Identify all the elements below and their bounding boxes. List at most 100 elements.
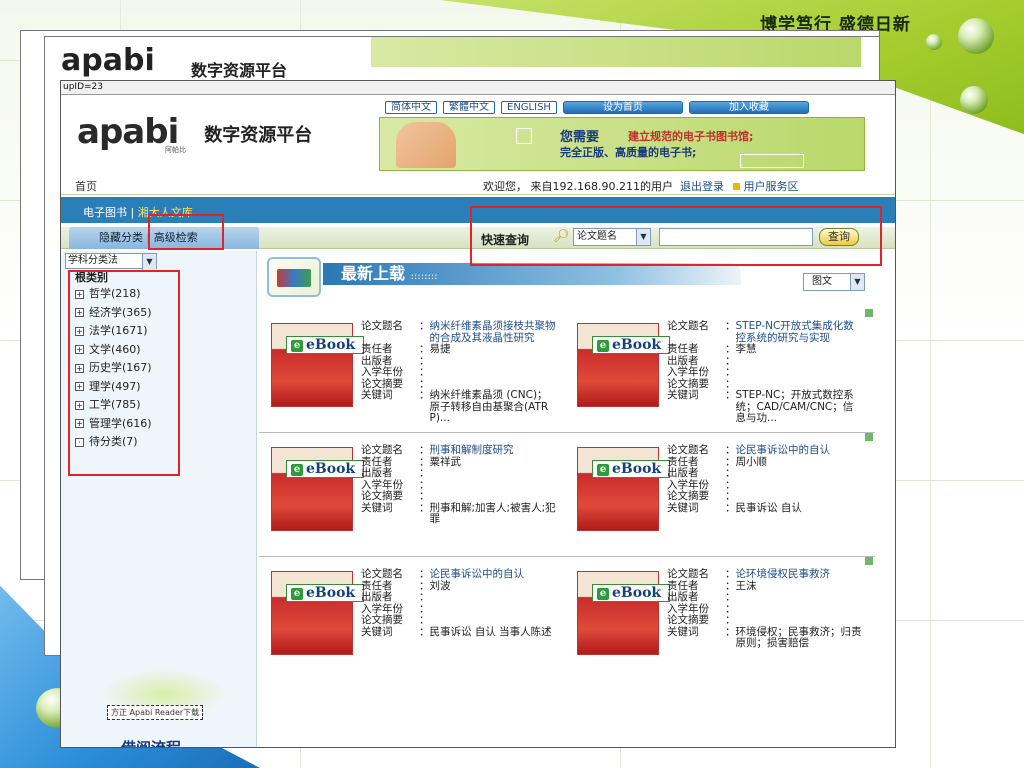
field-colon: ： [419,614,430,626]
ebook-badge: e eBook [286,460,364,478]
book-cover[interactable]: e eBook [271,447,364,531]
field-label-abstract: 论文摘要 [667,614,709,626]
book-fields: 论文题名：纳米纤维素晶须接枝共聚物的合成及其液晶性研究 责任者：易捷 出版者：入学年… [361,320,558,425]
book-list: e eBook 论文题名：纳米纤维素晶须接枝共聚物的合成及其液晶性研究 责任者：易捷出… [259,309,875,681]
book-title-link[interactable]: 论环境侵权民事救济 [736,568,864,581]
book-cover[interactable]: e eBook [271,571,364,655]
ebook-badge: e eBook [592,336,670,354]
field-label-keywords: 关键词 [361,389,393,401]
field-colon: ： [725,501,736,514]
ebook-badge-label: eBook [612,337,662,353]
book-keywords: 纳米纤维素晶须 (CNC)；原子转移自由基聚合(ATRP)... [429,389,549,424]
book-title-link[interactable]: 纳米纤维素晶须接枝共聚物的合成及其液晶性研究 [430,320,558,344]
field-colon: ： [419,320,430,332]
field-label-publisher: 出版者 [667,467,699,479]
field-label-publisher: 出版者 [361,591,393,603]
reader-download-link[interactable]: 方正 Apabi Reader下载 [107,705,204,720]
ebook-badge: e eBook [592,460,670,478]
logo-platform: 数字资源平台 [204,125,313,146]
square-bullet-icon [733,183,741,190]
book-card: e eBook 论文题名：纳米纤维素晶须接枝共聚物的合成及其液晶性研究 责任者：易捷出… [259,319,559,429]
chevron-down-icon: ▼ [850,274,864,290]
field-colon: ： [419,343,430,355]
hide-class-link[interactable]: 隐藏分类 [99,231,143,244]
field-colon: ： [725,467,736,479]
corner-marker-icon [865,557,873,565]
ebook-icon: e [291,588,303,600]
book-author: 易捷 [429,343,451,355]
content-area: 最新上载 :::::::: 图文 ▼ e eBook 论文题名：纳米纤维素晶须接枝共… [259,251,895,747]
site-logo[interactable]: apabi 数字资源平台 阿帕比 [77,115,313,154]
set-homepage-button[interactable]: 设为首页 [562,101,683,114]
lang-traditional-button[interactable]: 繁體中文 [443,101,495,114]
field-label-title: 论文题名 [667,444,709,456]
annotation-box [68,270,180,476]
book-title-link[interactable]: 刑事和解制度研究 [430,444,558,457]
book-title-link[interactable]: STEP-NC开放式集成化数控系统的研究与实现 [736,320,864,344]
field-label-author: 责任者 [361,343,393,355]
book-cover[interactable]: e eBook [577,447,670,531]
book-cover[interactable]: e eBook [271,323,364,407]
reading-child-icon [396,122,456,168]
book-keywords: STEP-NC；开放式数控系统；CAD/CAM/CNC；信息与功... [735,389,854,424]
ebook-badge-label: eBook [612,585,662,601]
field-label-abstract: 论文摘要 [361,490,403,502]
lang-simplified-button[interactable]: 简体中文 [385,101,437,114]
nav-ebook-link[interactable]: 电子图书 [83,206,127,219]
lang-english-button[interactable]: ENGLISH [501,101,557,114]
ebook-icon: e [597,588,609,600]
class-method-select[interactable]: 学科分类法 ▼ [65,253,157,270]
book-author: 李慧 [735,343,757,355]
banner-line1-red: 建立规范的电子书图书馆; [628,130,754,143]
field-label-abstract: 论文摘要 [667,490,709,502]
field-label-title: 论文题名 [667,568,709,580]
book-row: e eBook 论文题名：刑事和解制度研究 责任者：粟祥武 出版者：入学年份：论文摘要：… [259,433,875,557]
ebook-badge: e eBook [592,584,670,602]
corner-marker-icon [865,309,873,317]
field-label-title: 论文题名 [361,320,403,332]
book-cover[interactable]: e eBook [577,571,670,655]
address-bar[interactable]: upID=23 [61,81,895,95]
field-colon: ： [725,343,736,355]
ebook-badge-label: eBook [306,337,356,353]
field-colon: ： [419,501,430,514]
book-row: e eBook 论文题名：论民事诉讼中的自认 责任者：刘波 出版者：入学年份：论文摘要：… [259,557,875,681]
latest-dots: :::::::: [410,271,438,282]
book-title-link[interactable]: 论民事诉讼中的自认 [736,444,864,457]
field-colon: ： [725,568,736,580]
field-label-publisher: 出版者 [667,591,699,603]
book-row: e eBook 论文题名：纳米纤维素晶须接枝共聚物的合成及其液晶性研究 责任者：易捷出… [259,309,875,433]
view-mode-select[interactable]: 图文 ▼ [803,273,865,291]
field-colon: ： [725,490,736,502]
home-link[interactable]: 首页 [75,178,97,194]
book-title-link[interactable]: 论民事诉讼中的自认 [430,568,558,581]
book-author: 粟祥武 [429,455,462,468]
book-card: e eBook 论文题名：论民事诉讼中的自认 责任者：周小顺 出版者：入学年份：论文摘要… [565,443,865,553]
class-method-value: 学科分类法 [68,255,118,266]
water-drop-icon [926,34,942,50]
book-fields: 论文题名：论民事诉讼中的自认 责任者：周小顺 出版者：入学年份：论文摘要：关键词：民… [667,444,864,514]
book-author: 刘波 [429,579,451,592]
book-cover[interactable]: e eBook [577,323,670,407]
ebook-badge-label: eBook [306,461,356,477]
field-label-title: 论文题名 [667,320,709,332]
ebook-icon: e [597,340,609,352]
logout-link[interactable]: 退出登录 [680,180,724,193]
ad-banner[interactable]: 您需要 建立规范的电子书图书馆; 完全正版、高质量的电子书; [379,117,865,171]
book-card: e eBook 论文题名：论民事诉讼中的自认 责任者：刘波 出版者：入学年份：论文摘要：… [259,567,559,677]
book-fields: 论文题名： STEP-NC开放式集成化数控系统的研究与实现 责任者：李慧 出版者：入学… [667,320,864,425]
user-service-link[interactable]: 用户服务区 [743,180,798,193]
welcome-text: 欢迎您， 来自192.168.90.211的用户 退出登录 用户服务区 [483,178,798,194]
field-colon: ： [725,444,736,456]
welcome-suffix: 的用户 [639,180,673,193]
field-colon: ： [725,625,736,638]
add-favorite-button[interactable]: 加入收藏 [688,101,809,114]
chevron-down-icon: ▼ [142,254,156,270]
home-bar: 首页 欢迎您， 来自192.168.90.211的用户 退出登录 用户服务区 [61,173,895,195]
ebook-badge-label: eBook [306,585,356,601]
field-label-keywords: 关键词 [361,625,393,638]
field-label-keywords: 关键词 [667,501,699,514]
annotation-box [470,206,882,266]
borrow-flow-heading[interactable]: 借阅流程 [121,737,181,747]
welcome-ip: 192.168.90.211 [552,180,640,193]
